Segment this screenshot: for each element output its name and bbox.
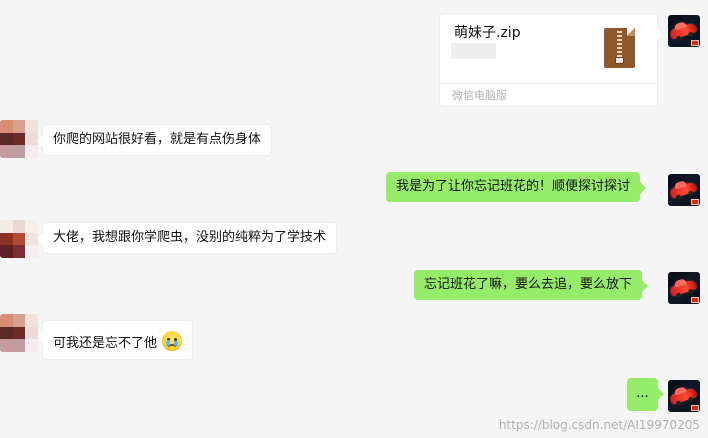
message-text: 大佬，我想跟你学爬虫，没别的纯粹为了学技术 [53,230,327,245]
contact-avatar[interactable] [0,220,38,258]
car-icon [669,22,698,40]
file-message-card[interactable]: 萌妹子.zip 微信电脑版 [439,13,663,107]
message-bubble-right: 我是为了让你忘记班花的！顺便探讨探讨 [386,172,647,202]
my-avatar[interactable] [668,272,700,304]
pixelated-avatar-image [0,120,38,158]
my-avatar[interactable] [668,380,700,412]
my-avatar[interactable] [668,174,700,206]
message-text: ... [636,386,649,401]
message-bubble-left: 你爬的网站很好看，就是有点伤身体 [36,124,273,156]
message-text: 忘记班花了嘛，要么去追，要么放下 [424,277,633,292]
my-avatar[interactable] [668,15,700,47]
contact-avatar[interactable] [0,314,38,352]
file-source-label: 微信电脑版 [452,89,507,102]
file-size-placeholder [451,43,496,59]
flag-icon [691,297,699,303]
car-icon [669,279,698,297]
message-text: 你爬的网站很好看，就是有点伤身体 [53,132,262,147]
message-bubble-right: ... [627,378,664,411]
sad-mouth-icon [168,344,177,348]
message-bubble-left: 可我还是忘不了他 [36,320,194,360]
message-text: 可我还是忘不了他 [53,336,158,351]
flag-icon [691,405,699,411]
chat-window: 萌妹子.zip 微信电脑版 你爬的网站很好看，就是有点伤身体 我是为了让你忘记班… [0,0,708,438]
crying-face-icon [162,331,183,351]
message-bubble-left: 大佬，我想跟你学爬虫，没别的纯粹为了学技术 [36,222,338,254]
message-text: 我是为了让你忘记班花的！顺便探讨探讨 [396,179,631,194]
zip-file-icon [604,28,635,68]
message-bubble-right: 忘记班花了嘛，要么去追，要么放下 [414,270,649,300]
flag-icon [691,40,699,46]
car-icon [669,387,698,405]
file-card-divider [440,83,657,84]
file-name: 萌妹子.zip [454,25,521,41]
flag-icon [691,199,699,205]
car-icon [669,181,698,199]
contact-avatar[interactable] [0,120,38,158]
pixelated-avatar-image [0,220,38,258]
pixelated-avatar-image [0,314,38,352]
watermark-url: https://blog.csdn.net/AI19970205 [498,418,700,432]
zipper-icon [615,31,624,64]
